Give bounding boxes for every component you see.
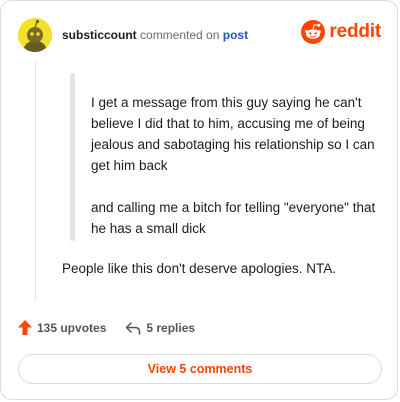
- reply-button[interactable]: 5 replies: [125, 321, 195, 335]
- quote-paragraph: I get a message from this guy saying he …: [91, 95, 375, 173]
- commented-label: commented on: [140, 28, 220, 42]
- post-link[interactable]: post: [223, 28, 248, 42]
- username-link[interactable]: substiccount: [62, 28, 137, 42]
- reddit-logo[interactable]: reddit: [301, 20, 381, 44]
- reddit-wordmark: reddit: [329, 21, 381, 42]
- comment-body: People like this don't deserve apologies…: [62, 261, 336, 276]
- upvote-button[interactable]: 135 upvotes: [18, 320, 106, 335]
- comment-header: substiccount commented on post: [62, 28, 248, 42]
- comment-actions: 135 upvotes 5 replies: [18, 320, 195, 335]
- upvote-count: 135 upvotes: [37, 320, 107, 335]
- snoo-avatar-icon: [18, 18, 52, 52]
- comment-card: substiccount commented on post reddit I …: [0, 0, 398, 400]
- reply-count: 5 replies: [146, 320, 196, 335]
- reply-arrow-icon: [126, 321, 141, 335]
- upvote-arrow-icon: [18, 320, 32, 335]
- quote-bar: [70, 73, 75, 241]
- user-avatar[interactable]: [18, 18, 52, 52]
- reddit-snoo-icon: [301, 20, 326, 44]
- quoted-text: I get a message from this guy saying he …: [91, 92, 391, 239]
- thread-line: [35, 61, 36, 301]
- quote-paragraph: and calling me a bitch for telling "ever…: [91, 200, 376, 236]
- view-comments-button[interactable]: View 5 comments: [18, 354, 382, 384]
